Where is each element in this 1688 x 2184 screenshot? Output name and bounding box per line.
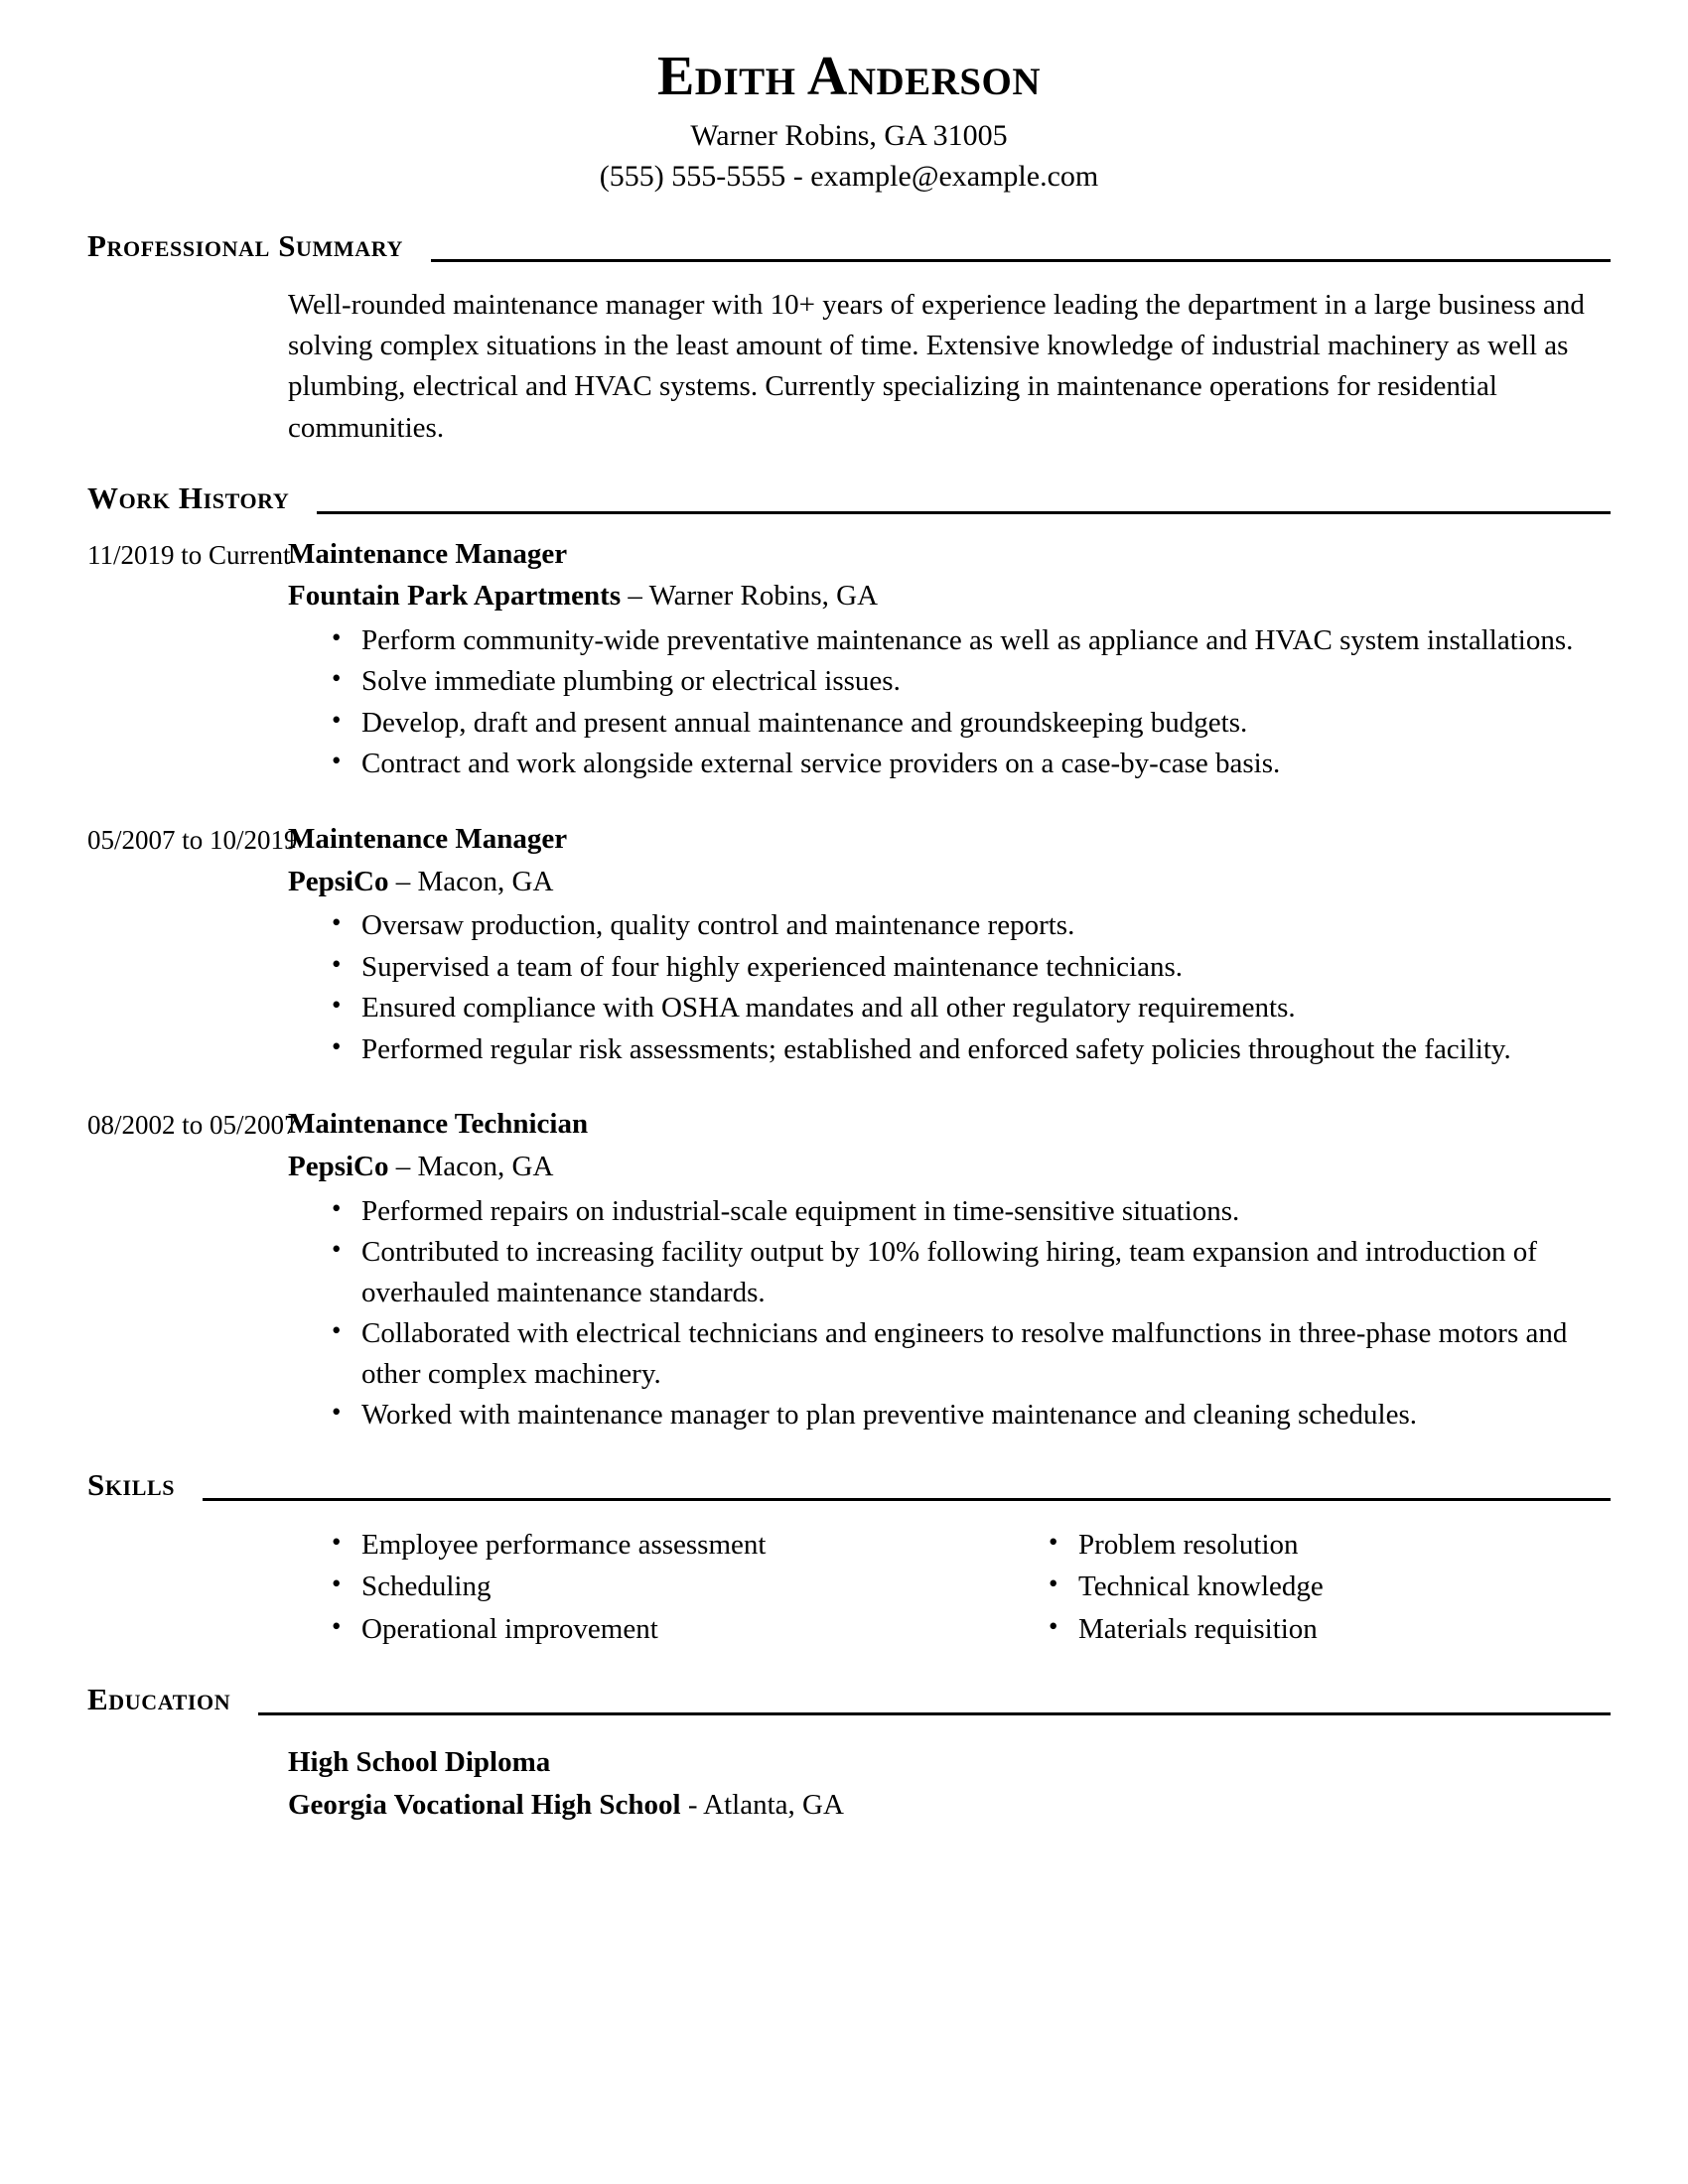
section-title-education: Education [87, 1682, 231, 1717]
skill-item: Operational improvement [332, 1607, 949, 1650]
job-bullet: Perform community-wide preventative main… [332, 619, 1601, 661]
job-separator: – [621, 580, 649, 613]
section-professional-summary: Professional Summary Well-rounded mainte… [87, 230, 1611, 449]
skills-list-left: Employee performance assessmentSchedulin… [288, 1523, 949, 1650]
job-organization: PepsiCo [288, 865, 389, 897]
job-bullet: Oversaw production, quality control and … [332, 904, 1601, 946]
job-organization-line: PepsiCo – Macon, GA [288, 862, 1601, 902]
job-body: Maintenance Manager Fountain Park Apartme… [288, 535, 1611, 784]
skill-item: Technical knowledge [1049, 1565, 1611, 1607]
job-bullet: Ensured compliance with OSHA mandates an… [332, 987, 1601, 1028]
job-title: Maintenance Technician [288, 1108, 589, 1141]
section-divider [258, 1712, 1611, 1716]
job-bullet: Collaborated with electrical technicians… [332, 1312, 1601, 1394]
education-degree: High School Diploma [288, 1746, 551, 1779]
job-bullet: Contract and work alongside external ser… [332, 743, 1601, 784]
job-separator: – [388, 1150, 418, 1182]
job-location: Macon, GA [417, 1150, 554, 1182]
job-bullet: Performed regular risk assessments; esta… [332, 1028, 1601, 1070]
section-title-professional-summary: Professional Summary [87, 227, 403, 263]
section-work-history: Work History 11/2019 to Current Maintenan… [87, 482, 1611, 1435]
section-title-skills: Skills [87, 1467, 176, 1503]
skill-item: Problem resolution [1049, 1523, 1611, 1566]
skills-list-right: Problem resolutionTechnical knowledgeMat… [1005, 1523, 1611, 1650]
education-location: Atlanta, GA [703, 1788, 844, 1821]
work-history-list: 11/2019 to Current Maintenance Manager Fou… [87, 535, 1611, 1435]
skills-column-right: Problem resolutionTechnical knowledgeMat… [949, 1523, 1611, 1650]
job-title: Maintenance Manager [288, 823, 568, 856]
candidate-name: Edith Anderson [656, 46, 1042, 107]
candidate-address: Warner Robins, GA 31005 [690, 118, 1008, 152]
skills-column-left: Employee performance assessmentSchedulin… [288, 1523, 949, 1650]
summary-text: Well-rounded maintenance manager with 10… [288, 288, 1585, 444]
skills-body: Employee performance assessmentSchedulin… [87, 1523, 1611, 1650]
section-skills: Skills Employee performance assessmentSc… [87, 1469, 1611, 1650]
skill-item: Employee performance assessment [332, 1523, 949, 1566]
job-organization-line: Fountain Park Apartments – Warner Robins… [288, 576, 1601, 616]
section-divider [430, 258, 1611, 262]
job-body: Maintenance ManagerPepsiCo – Macon, GAOv… [288, 820, 1611, 1069]
work-history-entry: 05/2007 to 10/2019 Maintenance Manager Pep… [87, 820, 1611, 1069]
resume-header: Edith Anderson Warner Robins, GA 31005 (… [87, 48, 1611, 197]
education-separator: - [680, 1788, 704, 1821]
job-bullet: Supervised a team of four highly experie… [332, 946, 1601, 988]
job-dates: 08/2002 to 05/2007 [87, 1110, 298, 1141]
summary-body: Well-rounded maintenance manager with 10… [87, 285, 1611, 449]
work-history-entry: 08/2002 to 05/2007 Maintenance Technician… [87, 1105, 1611, 1435]
section-divider [317, 510, 1611, 514]
job-body: Maintenance Technician PepsiCo – Macon, G… [288, 1105, 1611, 1435]
job-bullet: Solve immediate plumbing or electrical i… [332, 660, 1601, 702]
section-header: Professional Summary [87, 230, 1611, 263]
skill-item: Materials requisition [1049, 1607, 1611, 1650]
job-location: Warner Robins, GA [648, 580, 879, 613]
section-header: Work History [87, 482, 1611, 515]
job-dates: 11/2019 to Current [87, 539, 291, 570]
section-header: Skills [87, 1469, 1611, 1502]
education-body: High School Diploma Georgia Vocational H… [87, 1742, 1611, 1826]
job-organization: PepsiCo [288, 1150, 389, 1182]
work-history-entry: 11/2019 to Current Maintenance Manager Fou… [87, 535, 1611, 784]
job-bullet: Worked with maintenance manager to plan … [332, 1394, 1601, 1435]
skill-item: Scheduling [332, 1565, 949, 1607]
job-bullet: Develop, draft and present annual mainte… [332, 702, 1601, 744]
section-title-work-history: Work History [87, 479, 290, 515]
education-school-name: Georgia Vocational High School [288, 1788, 681, 1821]
section-divider [203, 1498, 1611, 1502]
job-location: Macon, GA [417, 865, 554, 897]
candidate-contact: (555) 555-5555 - example@example.com [599, 160, 1099, 194]
education-school-line: Georgia Vocational High School - Atlanta… [288, 1785, 1611, 1826]
resume-page: Edith Anderson Warner Robins, GA 31005 (… [0, 0, 1688, 2184]
job-bullet: Contributed to increasing facility outpu… [332, 1231, 1601, 1312]
job-bullet-list: Perform community-wide preventative main… [288, 619, 1601, 784]
job-bullet-list: Performed repairs on industrial-scale eq… [288, 1190, 1601, 1436]
section-header: Education [87, 1684, 1611, 1716]
job-organization: Fountain Park Apartments [288, 580, 622, 613]
job-bullet: Performed repairs on industrial-scale eq… [332, 1190, 1601, 1232]
job-organization-line: PepsiCo – Macon, GA [288, 1147, 1601, 1187]
section-education: Education High School Diploma Georgia Vo… [87, 1684, 1611, 1826]
job-title: Maintenance Manager [288, 537, 568, 570]
job-dates: 05/2007 to 10/2019 [87, 825, 298, 856]
job-separator: – [388, 865, 418, 897]
job-bullet-list: Oversaw production, quality control and … [288, 904, 1601, 1070]
